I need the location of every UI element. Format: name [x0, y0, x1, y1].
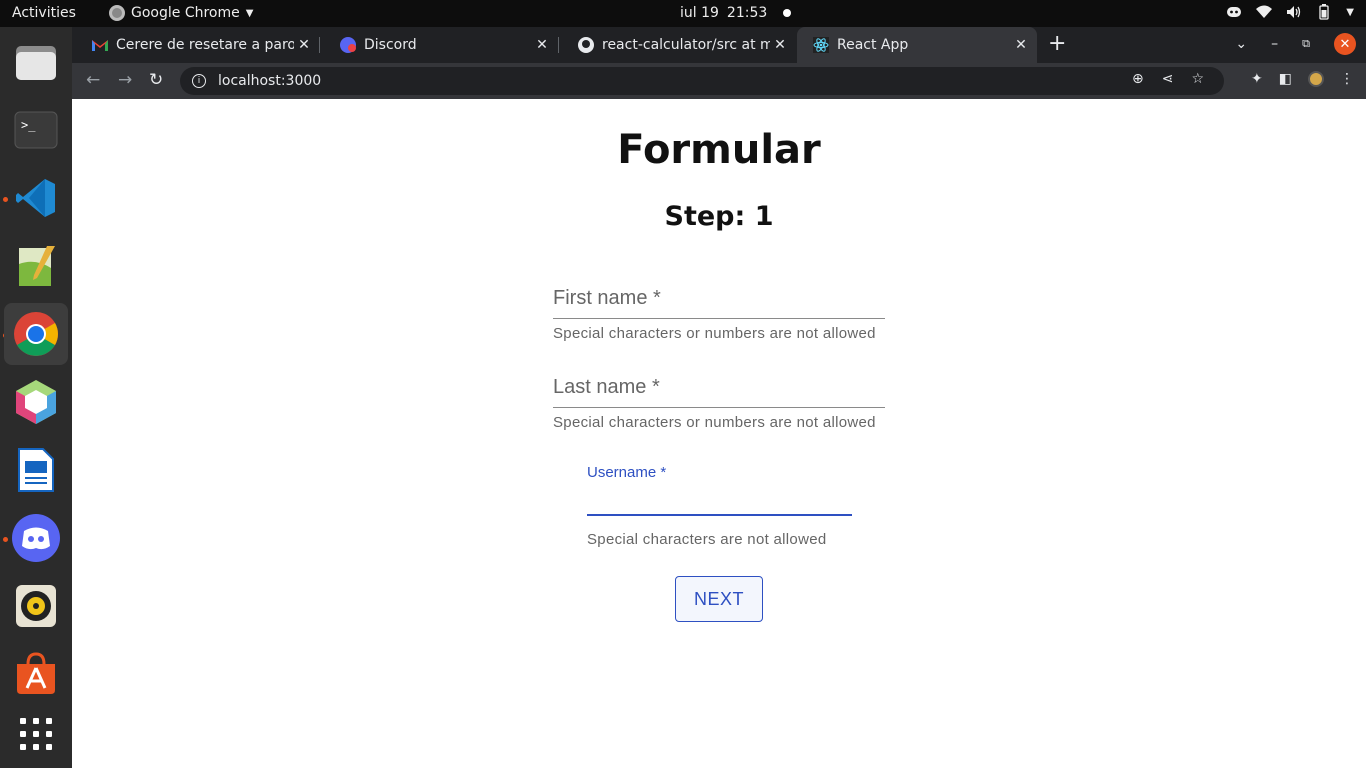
- tab-react-app[interactable]: React App ✕: [797, 27, 1037, 63]
- grid-icon: [20, 718, 52, 750]
- side-panel-icon[interactable]: ◧: [1279, 71, 1292, 87]
- tab-separator: [558, 37, 559, 53]
- libreoffice-writer-icon: [18, 448, 54, 492]
- clock[interactable]: iul 19 21:53: [680, 5, 792, 21]
- page-title: Formular: [617, 127, 821, 173]
- last-name-helper: Special characters or numbers are not al…: [553, 414, 876, 431]
- volume-icon[interactable]: [1286, 4, 1302, 20]
- tab-gmail[interactable]: Cerere de resetare a parol ✕: [76, 27, 320, 63]
- reload-icon[interactable]: ↻: [149, 70, 163, 90]
- username-helper: Special characters are not allowed: [587, 531, 827, 548]
- close-tab-icon[interactable]: ✕: [1011, 37, 1031, 53]
- tab-github[interactable]: react-calculator/src at ma ✕: [562, 27, 796, 63]
- site-info-icon[interactable]: i: [192, 74, 206, 88]
- last-name-input-wrap[interactable]: Last name *: [553, 360, 885, 408]
- dock-files[interactable]: [4, 31, 68, 93]
- extensions-area: ✦ ◧ ⋮: [1251, 71, 1354, 87]
- dock-rhythmbox[interactable]: [4, 575, 68, 637]
- github-icon: [578, 37, 594, 53]
- restore-icon[interactable]: ⧉: [1302, 37, 1310, 51]
- dock-text-editor[interactable]: [4, 235, 68, 297]
- dock-vscode[interactable]: [4, 167, 68, 229]
- notification-dot-icon: [783, 9, 792, 17]
- tab-strip: Cerere de resetare a parol ✕ Discord ✕ r…: [72, 27, 1366, 63]
- gmail-icon: [92, 37, 108, 53]
- vscode-icon: [16, 179, 55, 217]
- power-menu-caret-icon[interactable]: ▼: [1346, 7, 1354, 18]
- extensions-puzzle-icon[interactable]: ✦: [1251, 71, 1263, 87]
- username-input[interactable]: [587, 484, 852, 514]
- tab-title: Cerere de resetare a parol: [116, 37, 294, 53]
- dock-discord[interactable]: [4, 507, 68, 569]
- dock-libreoffice-writer[interactable]: [4, 439, 68, 501]
- tab-title: Discord: [364, 37, 417, 53]
- address-bar[interactable]: i localhost:3000 ⊕ ⋖ ☆: [180, 67, 1224, 95]
- files-icon: [16, 46, 56, 80]
- caret-down-icon: ▼: [245, 7, 254, 19]
- dock-terminal[interactable]: >_: [4, 99, 68, 161]
- app-menu[interactable]: Google Chrome ▼: [109, 5, 253, 21]
- close-tab-icon[interactable]: ✕: [532, 37, 552, 53]
- chrome-icon: [14, 312, 58, 356]
- back-icon[interactable]: ←: [86, 70, 100, 90]
- wifi-icon[interactable]: [1256, 4, 1273, 20]
- page-content: Formular Step: 1 First name * Special ch…: [72, 99, 1366, 768]
- username-label: Username *: [587, 464, 667, 481]
- netbeans-icon: [16, 380, 56, 424]
- omnibox-actions: ⊕ ⋖ ☆: [1132, 71, 1204, 87]
- date-label: iul 19: [680, 5, 719, 21]
- username-field[interactable]: Username * Special characters are not al…: [587, 464, 852, 548]
- close-tab-icon[interactable]: ✕: [770, 37, 790, 53]
- app-menu-label: Google Chrome: [131, 5, 240, 21]
- rhythmbox-icon: [16, 585, 56, 627]
- browser-toolbar: ← → ↻ i localhost:3000 ⊕ ⋖ ☆ ✦ ◧ ⋮: [72, 63, 1366, 99]
- menu-kebab-icon[interactable]: ⋮: [1340, 71, 1354, 87]
- activities-button[interactable]: Activities: [12, 5, 76, 21]
- share-icon[interactable]: ⋖: [1162, 71, 1174, 87]
- system-tray[interactable]: ▼: [1226, 4, 1354, 20]
- react-icon: [813, 37, 829, 53]
- close-window-icon[interactable]: ✕: [1334, 33, 1356, 55]
- new-tab-button[interactable]: +: [1048, 33, 1066, 55]
- terminal-icon: >_: [14, 111, 58, 149]
- dock-software-center[interactable]: [4, 643, 68, 705]
- discord-icon: [340, 37, 356, 53]
- tab-separator: [319, 37, 320, 53]
- tab-search-icon[interactable]: ⌄: [1235, 36, 1247, 52]
- profile-avatar-icon[interactable]: [1308, 71, 1324, 87]
- chrome-icon: [109, 5, 125, 21]
- first-name-input-wrap[interactable]: First name *: [553, 271, 885, 319]
- last-name-field[interactable]: Last name * Special characters or number…: [553, 360, 885, 431]
- minimize-icon[interactable]: –: [1271, 36, 1278, 52]
- next-button[interactable]: NEXT: [675, 576, 763, 622]
- time-label: 21:53: [726, 5, 768, 21]
- url-text: localhost:3000: [218, 73, 322, 89]
- battery-icon[interactable]: [1316, 4, 1332, 20]
- forward-icon[interactable]: →: [118, 70, 132, 90]
- software-center-icon: [17, 652, 55, 694]
- dock-netbeans[interactable]: [4, 371, 68, 433]
- chrome-window: Cerere de resetare a parol ✕ Discord ✕ r…: [72, 27, 1366, 768]
- svg-text:>_: >_: [21, 118, 36, 132]
- close-tab-icon[interactable]: ✕: [294, 37, 314, 53]
- zoom-icon[interactable]: ⊕: [1132, 71, 1144, 87]
- username-focus-underline: [587, 514, 852, 516]
- window-controls: ⌄ – ⧉ ✕: [1235, 33, 1356, 55]
- tab-title: react-calculator/src at ma: [602, 37, 770, 53]
- discord-tray-icon[interactable]: [1226, 4, 1242, 20]
- dock: >_: [0, 27, 72, 768]
- tab-title: React App: [837, 37, 909, 53]
- first-name-input[interactable]: [553, 288, 885, 318]
- last-name-input[interactable]: [553, 377, 885, 407]
- step-indicator: Step: 1: [664, 201, 774, 232]
- show-apps-button[interactable]: [4, 703, 68, 765]
- tab-discord[interactable]: Discord ✕: [324, 27, 558, 63]
- dock-chrome[interactable]: [4, 303, 68, 365]
- first-name-field[interactable]: First name * Special characters or numbe…: [553, 271, 885, 342]
- first-name-helper: Special characters or numbers are not al…: [553, 325, 876, 342]
- text-editor-icon: [19, 246, 55, 286]
- discord-icon: [12, 514, 60, 562]
- bookmark-star-icon[interactable]: ☆: [1191, 71, 1204, 87]
- system-top-bar: Activities Google Chrome ▼ iul 19 21:53 …: [0, 0, 1366, 27]
